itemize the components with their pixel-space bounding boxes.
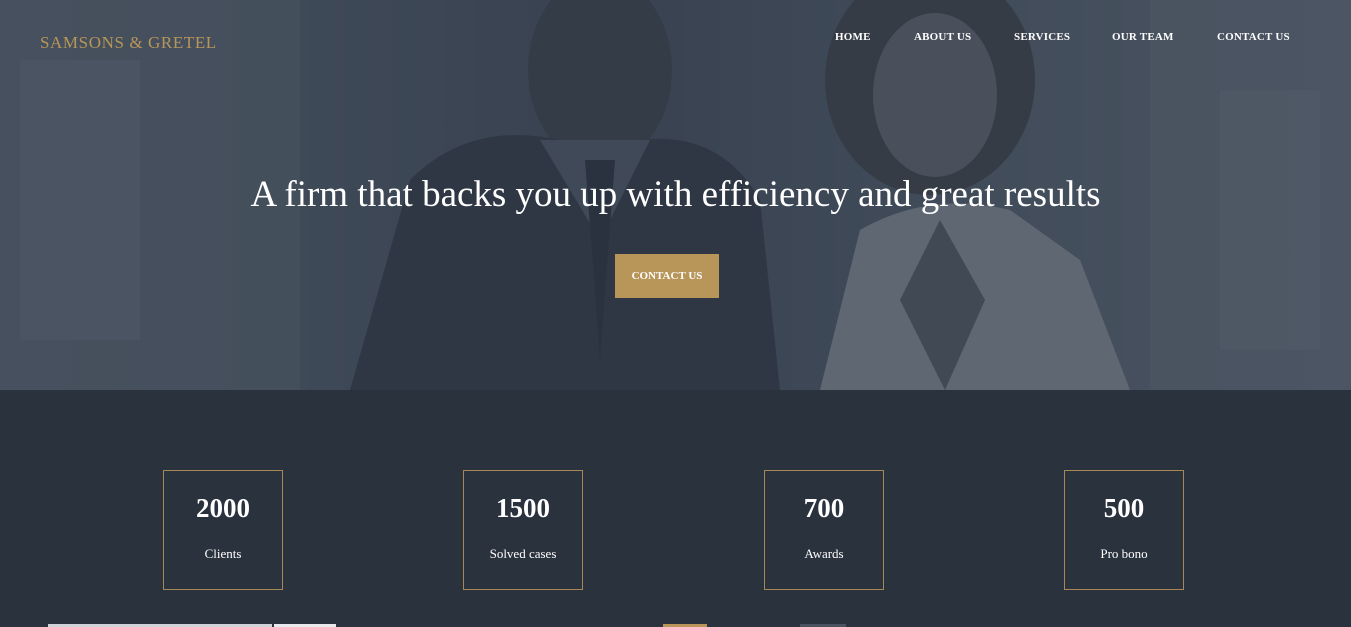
- stat-value: 700: [803, 493, 845, 523]
- stat-card-solved-cases: 1500 Solved cases: [463, 470, 583, 590]
- nav-item-home[interactable]: HOME: [835, 31, 871, 43]
- stat-value: 500: [1103, 493, 1145, 523]
- stat-label: Awards: [804, 546, 844, 561]
- contact-us-button[interactable]: CONTACT US: [615, 254, 719, 298]
- stat-card-awards: 700 Awards: [764, 470, 884, 590]
- stat-value: 1500: [496, 493, 550, 523]
- nav-item-contact-us[interactable]: CONTACT US: [1217, 31, 1290, 43]
- hero-section: SAMSONS & GRETEL HOME ABOUT US SERVICES …: [0, 0, 1351, 390]
- stat-value: 2000: [196, 493, 250, 523]
- nav-item-services[interactable]: SERVICES: [1014, 31, 1070, 43]
- main-nav: HOME ABOUT US SERVICES OUR TEAM CONTACT …: [0, 31, 1351, 47]
- nav-item-our-team[interactable]: OUR TEAM: [1112, 31, 1174, 43]
- stat-card-pro-bono: 500 Pro bono: [1064, 470, 1184, 590]
- hero-headline: A firm that backs you up with efficiency…: [250, 174, 1101, 215]
- stat-label: Solved cases: [489, 546, 557, 561]
- stat-label: Pro bono: [1100, 546, 1148, 561]
- stats-section: 2000 Clients 1500 Solved cases 700 Award…: [0, 390, 1351, 627]
- stat-label: Clients: [204, 546, 242, 561]
- stat-card-clients: 2000 Clients: [163, 470, 283, 590]
- nav-item-about-us[interactable]: ABOUT US: [914, 31, 971, 43]
- next-section-edge: [0, 622, 1351, 627]
